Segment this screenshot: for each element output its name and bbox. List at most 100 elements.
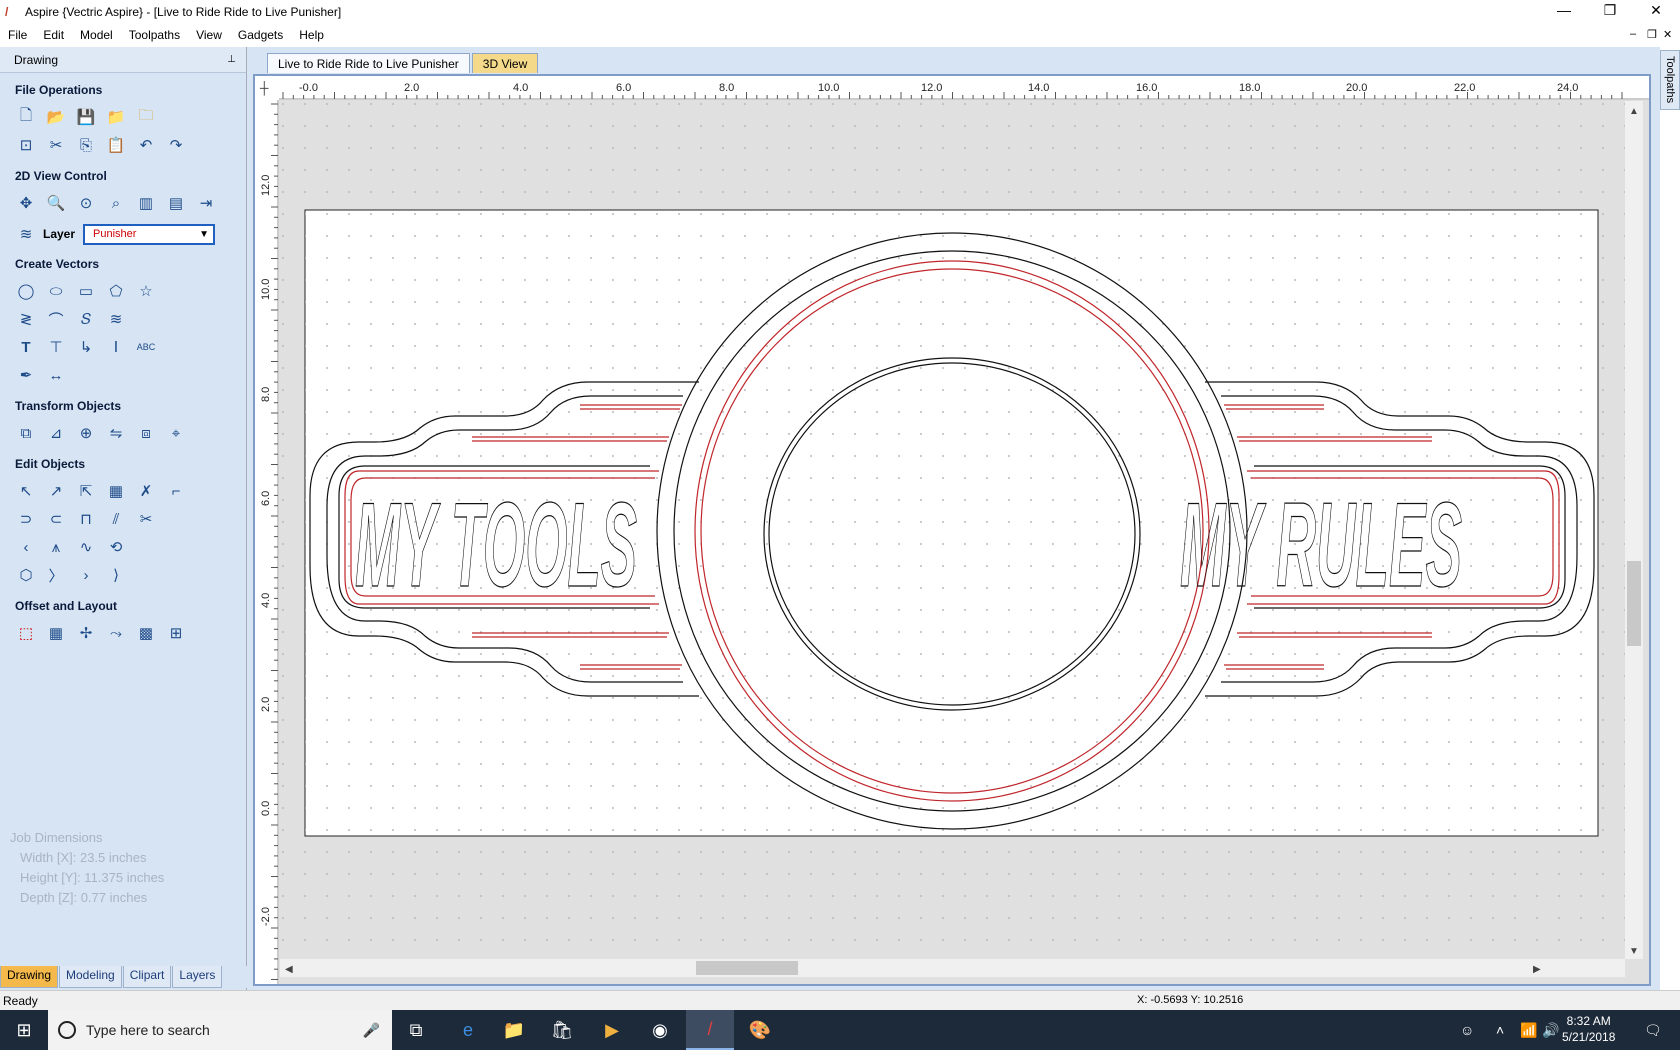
select-icon[interactable]: ↖ xyxy=(15,480,37,502)
import-vectors-icon[interactable]: 📁 xyxy=(105,106,127,128)
intersect-icon[interactable]: ⊓ xyxy=(75,508,97,530)
menu-file[interactable]: File xyxy=(0,28,35,42)
draw-circle-icon[interactable]: ◯ xyxy=(15,280,37,302)
toggle-split-view-icon[interactable]: ▥ xyxy=(135,192,157,214)
people-icon[interactable]: ☺ xyxy=(1460,1022,1474,1038)
offset-icon[interactable]: ⬚ xyxy=(15,622,37,644)
design-text-left[interactable]: MY TOOLS xyxy=(354,477,637,612)
nesting-icon[interactable]: ▩ xyxy=(135,622,157,644)
zoom-selection-icon[interactable]: ⌕ xyxy=(105,192,127,214)
layer-dropdown[interactable]: Punisher ▼ xyxy=(83,223,216,245)
minimize-button[interactable]: — xyxy=(1541,0,1587,23)
new-file-icon[interactable]: 🗋 xyxy=(15,106,37,128)
media-player-icon[interactable]: ▶ xyxy=(588,1010,636,1050)
mirror-icon[interactable]: ⇋ xyxy=(105,422,127,444)
text-on-curve-icon[interactable]: ↳ xyxy=(75,336,97,358)
drawing-canvas[interactable]: -0.0 2.0 4.0 6.0 8.0 10.0 12.0 14.0 16.0… xyxy=(255,76,1649,984)
microphone-icon[interactable]: 🎤 xyxy=(363,1022,380,1039)
tray-chevron-icon[interactable]: ˄ xyxy=(1496,1022,1504,1038)
draw-curve-icon[interactable]: ⌒ xyxy=(45,308,67,330)
network-icon[interactable]: 📶 xyxy=(1520,1022,1537,1039)
undo-icon[interactable]: ↶ xyxy=(135,134,157,156)
save-file-icon[interactable]: 💾 xyxy=(75,106,97,128)
notifications-icon[interactable]: 🗨 xyxy=(1644,1022,1662,1039)
tab-icon[interactable]: ⟲ xyxy=(105,536,127,558)
draw-ellipse-icon[interactable]: ⬭ xyxy=(45,280,67,302)
restore-button[interactable]: ❐ xyxy=(1587,0,1633,23)
trim-icon[interactable]: ✂ xyxy=(135,508,157,530)
move-icon[interactable]: ⧉ xyxy=(15,422,37,444)
curve-fit-icon[interactable]: › xyxy=(75,564,97,586)
text-tool-icon[interactable]: T xyxy=(15,336,37,358)
trace-bitmap-icon[interactable]: ✒ xyxy=(15,364,37,386)
fillet-icon[interactable]: ⫽ xyxy=(105,508,127,530)
close-button[interactable]: ✕ xyxy=(1633,0,1679,23)
subtract-icon[interactable]: ⊂ xyxy=(45,508,67,530)
step-repeat-icon[interactable]: ⊞ xyxy=(165,622,187,644)
text-arc-icon[interactable]: ABC xyxy=(135,336,157,358)
interactive-select-icon[interactable]: ⇱ xyxy=(75,480,97,502)
store-icon[interactable]: 🛍 xyxy=(538,1010,586,1050)
extend-icon[interactable]: ‹ xyxy=(15,536,37,558)
circular-copy-icon[interactable]: ✢ xyxy=(75,622,97,644)
dimensions-icon[interactable]: ↔ xyxy=(45,364,67,386)
ungroup-icon[interactable]: ✗ xyxy=(135,480,157,502)
weld-icon[interactable]: ⊃ xyxy=(15,508,37,530)
create-fillet-icon[interactable]: ⟩ xyxy=(105,564,127,586)
tab-layers[interactable]: Layers xyxy=(172,966,223,988)
group-icon[interactable]: ▦ xyxy=(105,480,127,502)
join-icon[interactable]: ⩚ xyxy=(45,536,67,558)
draw-star-icon[interactable]: ☆ xyxy=(135,280,157,302)
pan-icon[interactable]: ✥ xyxy=(15,192,37,214)
pin-icon[interactable]: ⊥ xyxy=(227,47,236,73)
tab-drawing[interactable]: Drawing xyxy=(0,966,59,988)
copy-along-vectors-icon[interactable]: ⤳ xyxy=(105,622,127,644)
menu-model[interactable]: Model xyxy=(72,28,121,42)
draw-rectangle-icon[interactable]: ▭ xyxy=(75,280,97,302)
menu-toolpaths[interactable]: Toolpaths xyxy=(121,28,188,42)
menu-gadgets[interactable]: Gadgets xyxy=(230,28,291,42)
chrome-icon[interactable]: ◉ xyxy=(636,1010,684,1050)
copy-icon[interactable]: ⎘ xyxy=(75,134,97,156)
cut-icon[interactable]: ✂ xyxy=(45,134,67,156)
2d-view[interactable]: -0.0 2.0 4.0 6.0 8.0 10.0 12.0 14.0 16.0… xyxy=(253,74,1651,986)
volume-icon[interactable]: 🔊 xyxy=(1542,1022,1559,1039)
taskbar-search[interactable]: Type here to search 🎤 xyxy=(48,1010,392,1050)
zoom-extents-icon[interactable]: ⊙ xyxy=(75,192,97,214)
taskbar-clock[interactable]: 8:32 AM 5/21/2018 xyxy=(1562,1013,1615,1045)
mdi-restore-icon[interactable]: ❐ xyxy=(1647,28,1657,41)
redo-icon[interactable]: ↷ xyxy=(165,134,187,156)
draw-polyline-icon[interactable]: ≷ xyxy=(15,308,37,330)
tab-2d-document[interactable]: Live to Ride Ride to Live Punisher xyxy=(267,53,470,73)
distort-icon[interactable]: ⧈ xyxy=(135,422,157,444)
paste-icon[interactable]: 📋 xyxy=(105,134,127,156)
align-icon[interactable]: ⌖ xyxy=(165,422,187,444)
tab-clipart[interactable]: Clipart xyxy=(122,966,172,988)
import-bitmap-icon[interactable]: 🗀 xyxy=(135,106,157,128)
job-setup-icon[interactable]: ⊡ xyxy=(15,134,37,156)
task-view-icon[interactable]: ⧉ xyxy=(392,1010,440,1050)
design-text-right[interactable]: MY RULES xyxy=(1179,477,1462,612)
edge-icon[interactable]: e xyxy=(444,1010,492,1050)
file-explorer-icon[interactable]: 📁 xyxy=(490,1010,538,1050)
draw-spiral-icon[interactable]: ≋ xyxy=(105,308,127,330)
menu-help[interactable]: Help xyxy=(291,28,332,42)
toolpaths-side-tab[interactable]: Toolpaths xyxy=(1660,50,1680,110)
node-edit-icon[interactable]: ↗ xyxy=(45,480,67,502)
smooth-icon[interactable]: ∿ xyxy=(75,536,97,558)
adjust-spacing-icon[interactable]: Ⅰ xyxy=(105,336,127,358)
measure-icon[interactable]: ⌐ xyxy=(165,480,187,502)
aspire-taskbar-icon[interactable]: / xyxy=(686,1010,734,1050)
array-copy-icon[interactable]: ▦ xyxy=(45,622,67,644)
windows-start-icon[interactable]: ⊞ xyxy=(0,1010,48,1050)
close-vectors-icon[interactable]: ⬡ xyxy=(15,564,37,586)
join-open-icon[interactable]: 〉 xyxy=(45,564,67,586)
zoom-icon[interactable]: 🔍 xyxy=(45,192,67,214)
auto-layout-text-icon[interactable]: ⊤ xyxy=(45,336,67,358)
mdi-close-icon[interactable]: ✕ xyxy=(1663,28,1672,41)
mdi-minimize-icon[interactable]: – xyxy=(1630,28,1636,40)
paint-icon[interactable]: 🎨 xyxy=(736,1010,784,1050)
menu-view[interactable]: View xyxy=(188,28,230,42)
open-file-icon[interactable]: 📂 xyxy=(45,106,67,128)
toggle-rulers-icon[interactable]: ▤ xyxy=(165,192,187,214)
